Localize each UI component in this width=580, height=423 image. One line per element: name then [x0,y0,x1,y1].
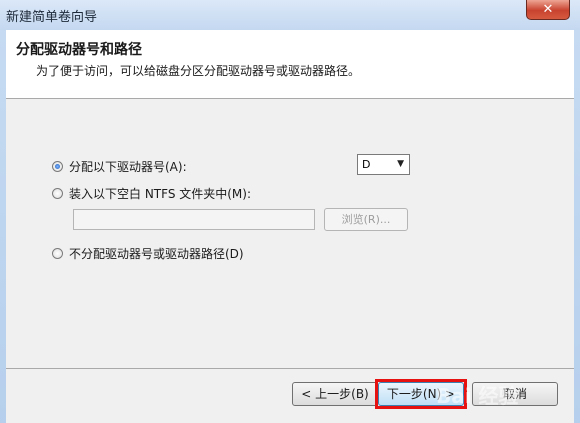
window-title: 新建简单卷向导 [6,10,98,25]
close-button[interactable]: ✕ [526,0,570,20]
wizard-client-area: 分配驱动器号和路径 为了便于访问，可以给磁盘分区分配驱动器号或驱动器路径。 分配… [6,30,574,423]
cancel-button[interactable]: 取消 [472,382,558,406]
mount-folder-radio[interactable] [52,187,63,199]
no-assign-radio[interactable] [52,247,63,259]
mount-folder-label: 装入以下空白 NTFS 文件夹中(M): [69,186,252,201]
no-assign-label: 不分配驱动器号或驱动器路径(D) [69,246,244,261]
option-assign-letter[interactable]: 分配以下驱动器号(A): [52,157,187,175]
assign-letter-label: 分配以下驱动器号(A): [69,159,187,174]
chevron-down-icon: ▼ [397,159,404,169]
wizard-header: 分配驱动器号和路径 为了便于访问，可以给磁盘分区分配驱动器号或驱动器路径。 [6,30,574,99]
close-icon: ✕ [542,2,554,17]
drive-letter-select[interactable]: D ▼ [357,154,410,175]
footer-divider [6,368,574,369]
folder-path-input[interactable] [73,209,315,230]
wizard-window: 新建简单卷向导 ✕ 分配驱动器号和路径 为了便于访问，可以给磁盘分区分配驱动器号… [0,0,580,423]
option-no-assign[interactable]: 不分配驱动器号或驱动器路径(D) [52,244,244,262]
drive-letter-value: D [362,158,371,171]
page-title: 分配驱动器号和路径 [16,42,142,58]
browse-button[interactable]: 浏览(R)... [324,208,408,231]
option-mount-folder[interactable]: 装入以下空白 NTFS 文件夹中(M): [52,184,251,202]
title-bar[interactable]: 新建简单卷向导 ✕ [0,0,580,30]
back-button[interactable]: < 上一步(B) [292,382,378,406]
page-subtitle: 为了便于访问，可以给磁盘分区分配驱动器号或驱动器路径。 [36,64,361,78]
assign-letter-radio[interactable] [52,160,63,172]
next-button[interactable]: 下一步(N) > [378,382,464,406]
